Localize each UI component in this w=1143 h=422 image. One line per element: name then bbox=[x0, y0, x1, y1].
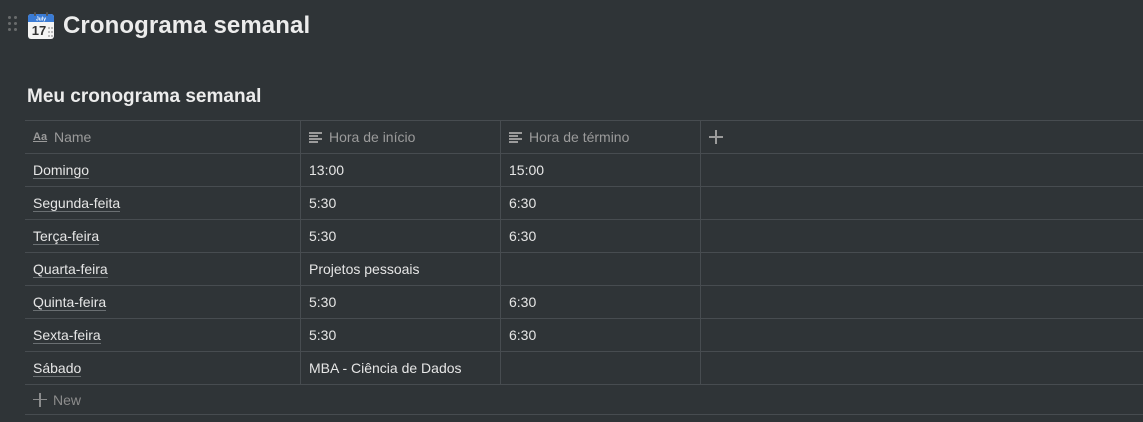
start-time-cell[interactable]: 5:30 bbox=[301, 286, 501, 318]
end-time-cell[interactable]: 6:30 bbox=[501, 220, 701, 252]
column-header-label: Hora de término bbox=[529, 129, 630, 145]
empty-cell bbox=[701, 253, 1143, 285]
database-title[interactable]: Meu cronograma semanal bbox=[27, 86, 261, 108]
row-name[interactable]: Domingo bbox=[33, 162, 90, 179]
end-time-cell[interactable]: 15:00 bbox=[501, 154, 701, 186]
start-time-cell[interactable]: 5:30 bbox=[301, 220, 501, 252]
name-cell[interactable]: Segunda-feita bbox=[25, 187, 301, 219]
empty-cell bbox=[701, 154, 1143, 186]
start-time-cell[interactable]: Projetos pessoais bbox=[301, 253, 501, 285]
name-cell[interactable]: Sábado bbox=[25, 352, 301, 384]
calendar-icon[interactable]: July 17 bbox=[27, 12, 55, 40]
column-header-hora-de-inicio[interactable]: Hora de início bbox=[301, 121, 501, 153]
calendar-icon-month: July bbox=[36, 17, 46, 23]
name-cell[interactable]: Quinta-feira bbox=[25, 286, 301, 318]
name-cell[interactable]: Sexta-feira bbox=[25, 319, 301, 351]
end-time-cell[interactable]: 6:30 bbox=[501, 319, 701, 351]
new-row-button[interactable]: New bbox=[25, 384, 1143, 415]
page: July 17 Cronograma semanal Meu cronogram… bbox=[0, 0, 1143, 422]
row-name[interactable]: Sábado bbox=[33, 360, 82, 377]
column-header-hora-de-termino[interactable]: Hora de término bbox=[501, 121, 701, 153]
end-time-cell[interactable] bbox=[501, 352, 701, 384]
drag-handle-icon[interactable] bbox=[8, 16, 20, 34]
name-cell[interactable]: Terça-feira bbox=[25, 220, 301, 252]
plus-icon bbox=[33, 392, 47, 407]
column-header-name[interactable]: Aa Name bbox=[25, 121, 301, 153]
calendar-icon-day: 17 bbox=[32, 23, 46, 38]
row-name[interactable]: Sexta-feira bbox=[33, 327, 101, 344]
row-name[interactable]: Terça-feira bbox=[33, 228, 100, 245]
table-row[interactable]: Sexta-feira 5:30 6:30 bbox=[25, 318, 1143, 351]
table-row[interactable]: Quinta-feira 5:30 6:30 bbox=[25, 285, 1143, 318]
start-time-cell[interactable]: 5:30 bbox=[301, 187, 501, 219]
table-row[interactable]: Sábado MBA - Ciência de Dados bbox=[25, 351, 1143, 384]
end-time-cell[interactable]: 6:30 bbox=[501, 286, 701, 318]
name-cell[interactable]: Domingo bbox=[25, 154, 301, 186]
empty-cell bbox=[701, 319, 1143, 351]
text-lines-icon bbox=[309, 130, 323, 144]
table-row[interactable]: Segunda-feita 5:30 6:30 bbox=[25, 186, 1143, 219]
row-name[interactable]: Quinta-feira bbox=[33, 294, 107, 311]
table-row[interactable]: Domingo 13:00 15:00 bbox=[25, 153, 1143, 186]
end-time-cell[interactable] bbox=[501, 253, 701, 285]
column-header-label: Hora de início bbox=[329, 129, 416, 145]
end-time-cell[interactable]: 6:30 bbox=[501, 187, 701, 219]
table-header-row: Aa Name Hora de início Hora de término bbox=[25, 120, 1143, 153]
page-header: July 17 Cronograma semanal bbox=[27, 10, 310, 42]
start-time-cell[interactable]: 5:30 bbox=[301, 319, 501, 351]
name-cell[interactable]: Quarta-feira bbox=[25, 253, 301, 285]
add-column-button[interactable] bbox=[701, 121, 1143, 153]
empty-cell bbox=[701, 286, 1143, 318]
row-name[interactable]: Quarta-feira bbox=[33, 261, 108, 278]
text-title-icon: Aa bbox=[33, 131, 48, 143]
empty-cell bbox=[701, 187, 1143, 219]
empty-cell bbox=[701, 352, 1143, 384]
column-header-label: Name bbox=[54, 129, 92, 145]
text-lines-icon bbox=[509, 130, 523, 144]
plus-icon bbox=[709, 130, 723, 144]
row-name[interactable]: Segunda-feita bbox=[33, 195, 121, 212]
new-row-label: New bbox=[53, 391, 82, 408]
database-table: Aa Name Hora de início Hora de término D… bbox=[25, 120, 1143, 415]
table-row[interactable]: Terça-feira 5:30 6:30 bbox=[25, 219, 1143, 252]
empty-cell bbox=[701, 220, 1143, 252]
start-time-cell[interactable]: 13:00 bbox=[301, 154, 501, 186]
start-time-cell[interactable]: MBA - Ciência de Dados bbox=[301, 352, 501, 384]
table-row[interactable]: Quarta-feira Projetos pessoais bbox=[25, 252, 1143, 285]
page-title: Cronograma semanal bbox=[63, 12, 311, 39]
